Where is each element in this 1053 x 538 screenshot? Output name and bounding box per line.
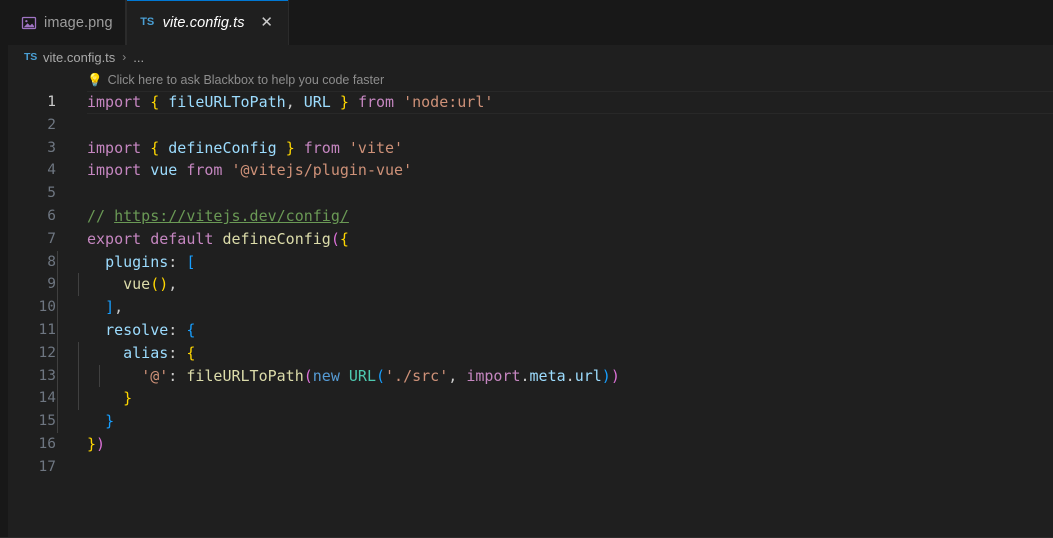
line-number: 14 — [38, 390, 56, 407]
breadcrumb-typescript-icon: TS — [24, 51, 38, 63]
code-line-text: }) — [87, 434, 106, 453]
code-row[interactable]: 3 import { defineConfig } from 'vite' — [0, 137, 1053, 160]
code-line-text: '@': fileURLToPath(new URL('./src', impo… — [56, 364, 1053, 388]
line-number: 5 — [47, 185, 56, 202]
line-number: 4 — [47, 162, 56, 179]
code-row[interactable]: 11 resolve: { — [0, 318, 1053, 342]
typescript-badge-label: TS — [140, 16, 154, 28]
line-number: 16 — [38, 435, 56, 452]
codelens-blackbox-prompt[interactable]: 💡 Click here to ask Blackbox to help you… — [87, 69, 384, 91]
line-number: 10 — [38, 299, 56, 316]
indent-guide — [78, 341, 79, 365]
code-row[interactable]: 12 alias: { — [0, 341, 1053, 365]
code-line-text: } — [56, 410, 1053, 433]
line-number: 12 — [38, 344, 56, 361]
code-line-text: import { fileURLToPath, URL } from 'node… — [87, 93, 494, 111]
code-line-text: resolve: { — [56, 318, 1053, 342]
code-row[interactable]: 6 // https://vitejs.dev/config/ — [0, 205, 1053, 228]
tab-image-png[interactable]: image.png — [8, 0, 126, 45]
code-row[interactable]: 10 ], — [0, 296, 1053, 319]
line-number: 6 — [47, 207, 56, 224]
indent-guide — [78, 273, 79, 297]
code-line-text: ], — [56, 296, 1053, 319]
code-row[interactable]: 13 '@': fileURLToPath(new URL('./src', i… — [0, 364, 1053, 388]
indent-guide — [57, 387, 58, 411]
activity-bar-strip — [0, 0, 8, 538]
tab-vite-config-ts[interactable]: TS vite.config.ts ✕ — [125, 0, 289, 45]
code-row[interactable]: 15 } — [0, 410, 1053, 433]
line-number: 9 — [47, 276, 56, 293]
code-line-text: import { defineConfig } from 'vite' — [87, 138, 404, 157]
indent-guide — [78, 364, 79, 388]
chevron-right-icon: › — [122, 50, 127, 64]
indent-guide — [99, 364, 100, 388]
line-number: 2 — [47, 116, 56, 133]
editor-tab-bar: image.png TS vite.config.ts ✕ — [0, 0, 1053, 45]
codelens-label: Click here to ask Blackbox to help you c… — [107, 73, 385, 87]
indent-guide — [57, 410, 58, 433]
code-line-text: } — [56, 387, 1053, 411]
indent-guide — [57, 296, 58, 319]
close-icon[interactable]: ✕ — [258, 14, 276, 32]
line-number: 3 — [47, 139, 56, 156]
code-line-text: // https://vitejs.dev/config/ — [87, 206, 349, 225]
tab-label-vite-config-ts: vite.config.ts — [162, 14, 245, 31]
code-row[interactable]: 1 import { fileURLToPath, URL } from 'no… — [0, 91, 1053, 114]
line-number: 15 — [38, 413, 56, 430]
indent-guide — [57, 318, 58, 342]
code-row[interactable]: 5 — [0, 182, 1053, 205]
breadcrumb-symbol-ellipsis[interactable]: ... — [133, 50, 144, 65]
breadcrumb: TS vite.config.ts › ... — [0, 45, 1053, 69]
image-file-icon — [20, 14, 37, 31]
code-line-text: export default defineConfig({ — [87, 229, 349, 248]
breadcrumb-file-name[interactable]: vite.config.ts — [43, 50, 115, 65]
indent-guide — [57, 364, 58, 388]
vscode-editor-window: image.png TS vite.config.ts ✕ TS vite.co… — [0, 0, 1053, 538]
code-row[interactable]: 2 — [0, 114, 1053, 137]
lightbulb-icon: 💡 — [87, 72, 103, 87]
code-row[interactable]: 16 }) — [0, 433, 1053, 456]
code-row[interactable]: 14 } — [0, 387, 1053, 411]
line-number: 7 — [47, 230, 56, 247]
code-row[interactable]: 17 — [0, 456, 1053, 479]
code-row[interactable]: 7 export default defineConfig({ — [0, 228, 1053, 251]
code-line-text: import vue from '@vitejs/plugin-vue' — [87, 161, 413, 180]
code-row[interactable]: 8 plugins: [ — [0, 250, 1053, 274]
indent-guide — [57, 341, 58, 365]
code-row[interactable]: 9 vue(), — [0, 273, 1053, 297]
code-lines-container: 1 import { fileURLToPath, URL } from 'no… — [0, 91, 1053, 538]
code-line-text: alias: { — [56, 341, 1053, 365]
line-number: 17 — [38, 458, 56, 475]
indent-guide — [78, 387, 79, 411]
tab-label-image-png: image.png — [44, 14, 113, 31]
code-editor[interactable]: 💡 Click here to ask Blackbox to help you… — [0, 69, 1053, 538]
code-line-text: vue(), — [56, 273, 1053, 297]
line-number: 1 — [47, 94, 56, 110]
line-number: 11 — [38, 321, 56, 338]
code-line-text: plugins: [ — [56, 250, 1053, 274]
indent-guide — [57, 250, 58, 274]
line-number: 8 — [47, 253, 56, 270]
code-row[interactable]: 4 import vue from '@vitejs/plugin-vue' — [0, 159, 1053, 182]
line-number: 13 — [38, 367, 56, 384]
indent-guide — [57, 273, 58, 297]
typescript-file-icon: TS — [139, 14, 156, 31]
